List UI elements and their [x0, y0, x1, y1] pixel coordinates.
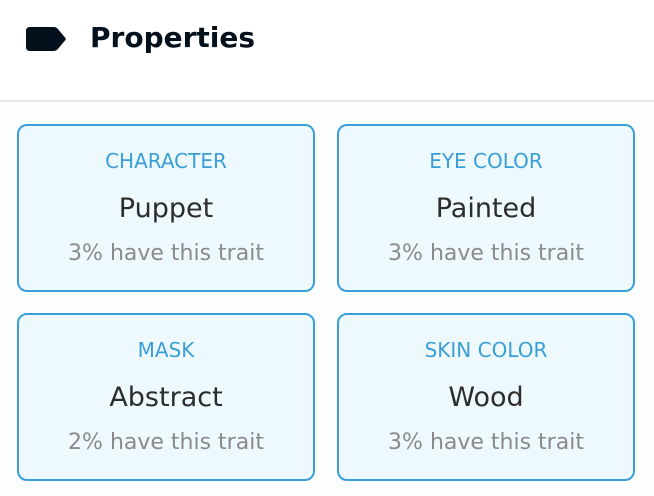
property-type: EYE COLOR: [429, 149, 543, 173]
property-value: Puppet: [118, 193, 214, 224]
property-card-skin-color[interactable]: SKIN COLOR Wood 3% have this trait: [337, 313, 635, 481]
property-rarity: 2% have this trait: [68, 430, 264, 455]
property-rarity: 3% have this trait: [388, 430, 584, 455]
property-value: Abstract: [109, 382, 223, 413]
property-card-mask[interactable]: MASK Abstract 2% have this trait: [17, 313, 315, 481]
panel-title: Properties: [90, 21, 256, 54]
property-rarity: 3% have this trait: [68, 241, 264, 266]
property-type: CHARACTER: [105, 149, 227, 173]
property-value: Wood: [448, 382, 524, 413]
tag-icon: [26, 27, 66, 51]
property-rarity: 3% have this trait: [388, 241, 584, 266]
property-type: SKIN COLOR: [424, 338, 548, 362]
property-card-eye-color[interactable]: EYE COLOR Painted 3% have this trait: [337, 124, 635, 292]
property-type: MASK: [137, 338, 195, 362]
property-value: Painted: [435, 193, 537, 224]
properties-header[interactable]: Properties: [0, 0, 654, 102]
properties-grid: CHARACTER Puppet 3% have this trait EYE …: [0, 102, 654, 496]
property-card-character[interactable]: CHARACTER Puppet 3% have this trait: [17, 124, 315, 292]
